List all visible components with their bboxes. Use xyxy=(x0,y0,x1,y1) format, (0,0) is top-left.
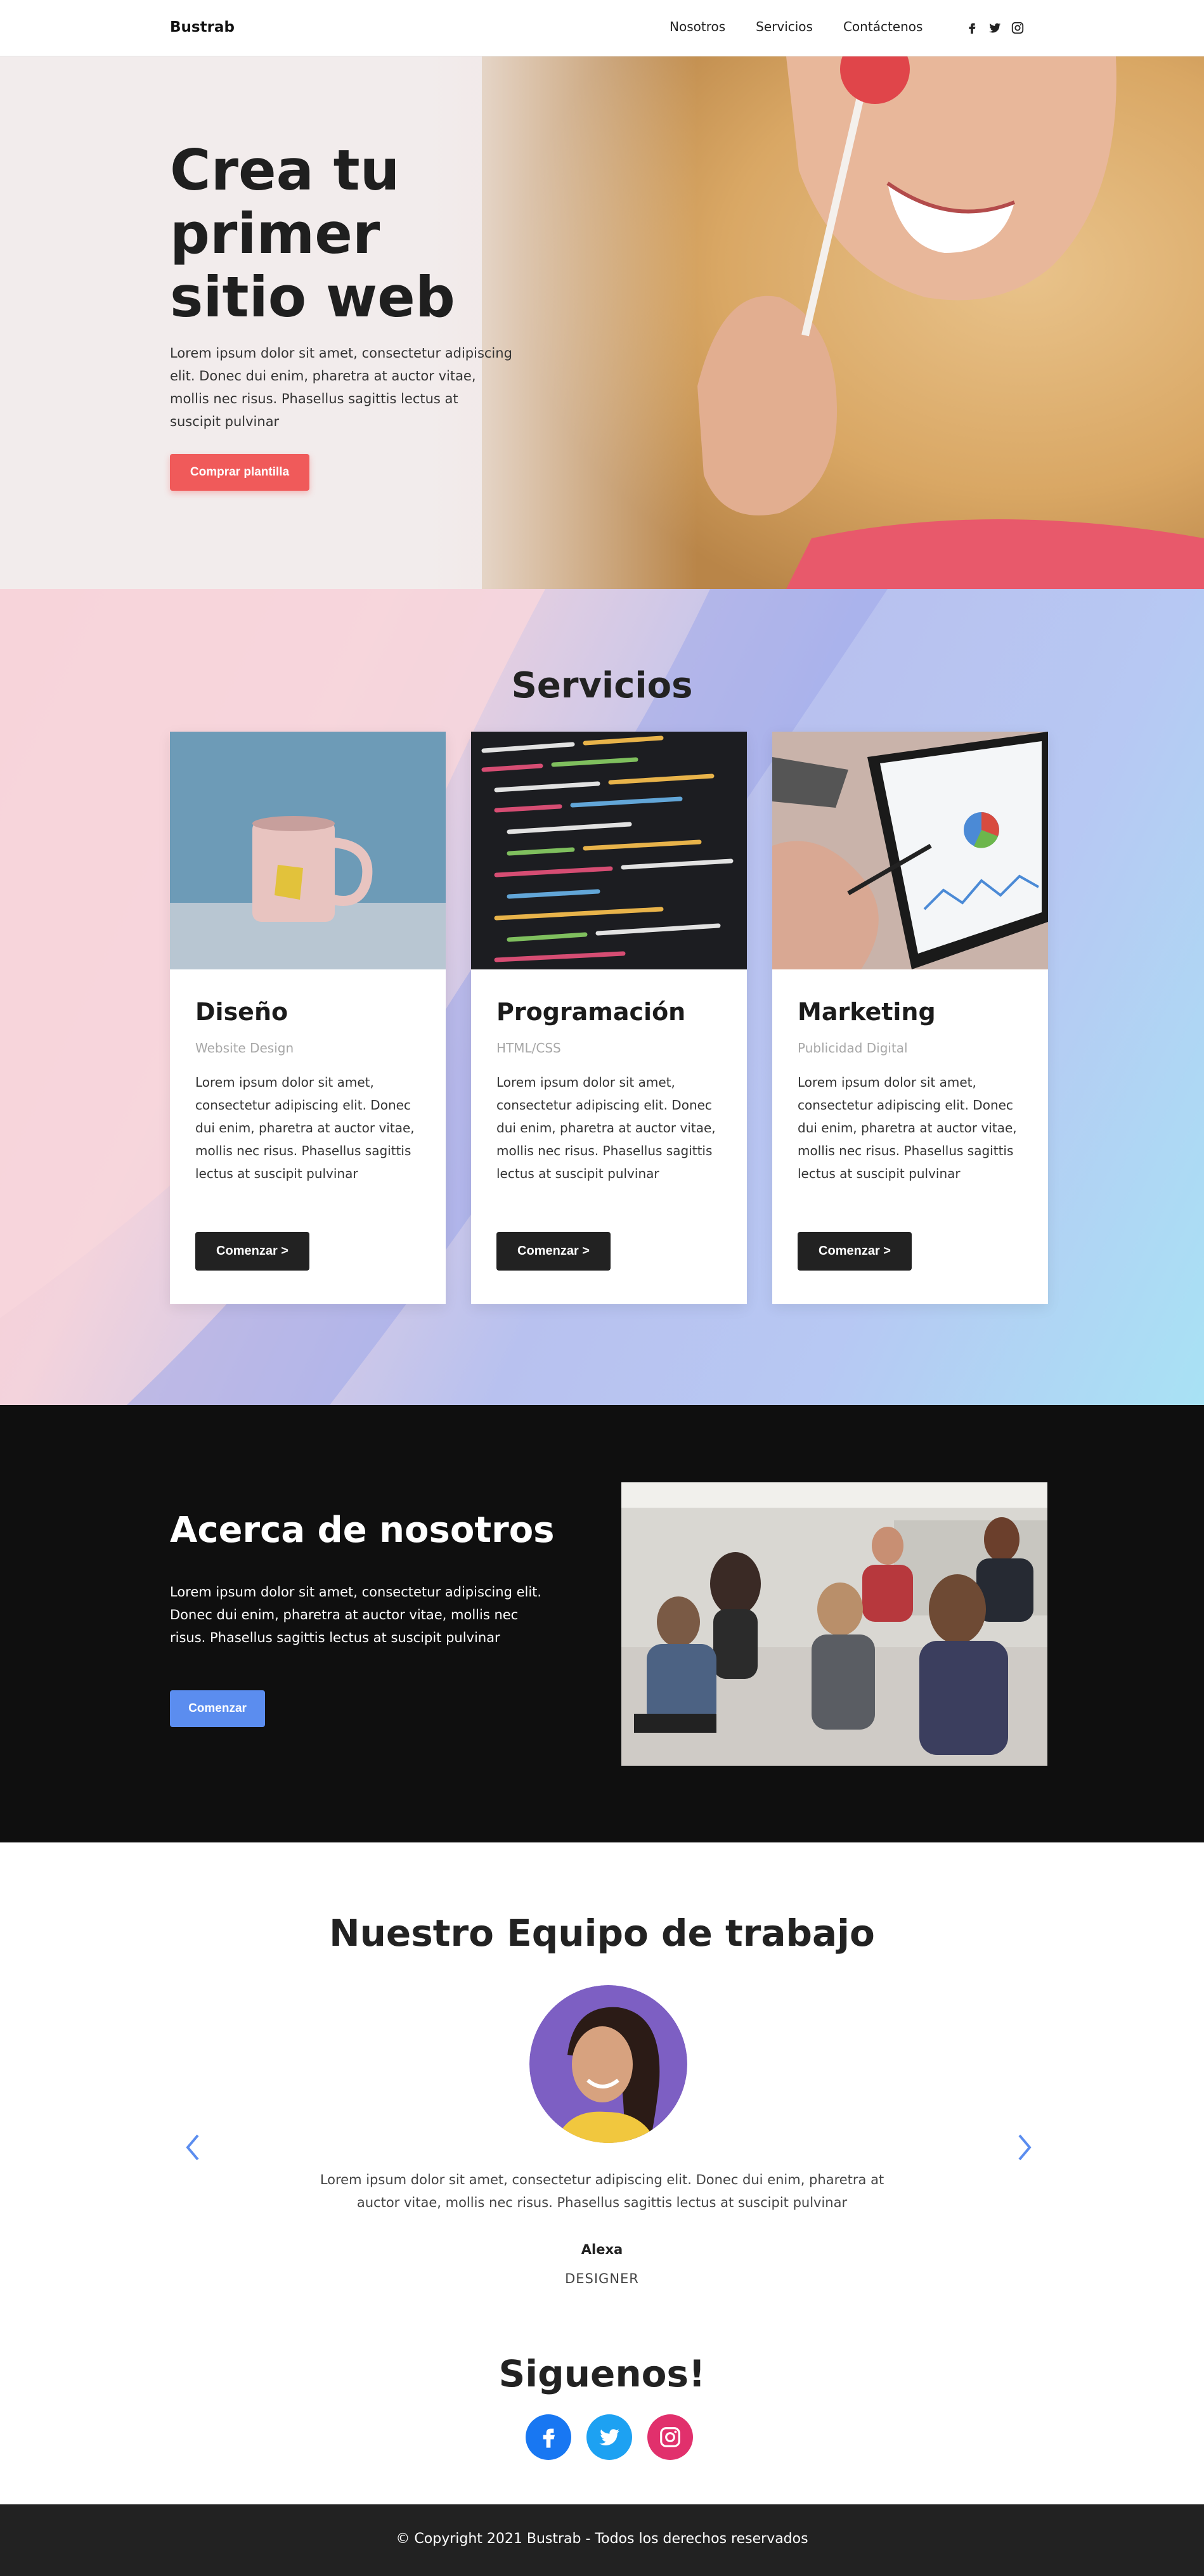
about-start-button[interactable]: Comenzar xyxy=(170,1690,265,1727)
nav-link-nosotros[interactable]: Nosotros xyxy=(670,19,725,34)
hero-title: Crea tu primer sitio web xyxy=(170,138,455,330)
carousel-prev-arrow[interactable] xyxy=(184,2132,203,2163)
start-design-button[interactable]: Comenzar > xyxy=(195,1232,309,1271)
start-marketing-button[interactable]: Comenzar > xyxy=(798,1232,912,1271)
facebook-icon[interactable] xyxy=(965,21,979,37)
services-section: Servicios Diseño Website Design Lorem ip… xyxy=(0,589,1204,1405)
instagram-icon[interactable] xyxy=(1011,21,1025,37)
avatar xyxy=(529,1985,687,2143)
card-title: Programación xyxy=(496,998,686,1026)
hero-section: Crea tu primer sitio web Lorem ipsum dol… xyxy=(0,56,1204,589)
facebook-icon[interactable] xyxy=(526,2414,571,2460)
design-image xyxy=(170,732,446,969)
about-section: Acerca de nosotros Lorem ipsum dolor sit… xyxy=(0,1405,1204,1842)
team-member-role: DESIGNER xyxy=(565,2271,639,2286)
card-text: Lorem ipsum dolor sit amet, consectetur … xyxy=(195,1075,415,1181)
card-subtitle: Publicidad Digital xyxy=(798,1040,908,1056)
follow-social-icons xyxy=(526,2414,693,2460)
twitter-icon[interactable] xyxy=(586,2414,632,2460)
hero-text: Lorem ipsum dolor sit amet, consectetur … xyxy=(170,346,512,429)
service-card-design: Diseño Website Design Lorem ipsum dolor … xyxy=(170,732,446,1304)
start-programming-button[interactable]: Comenzar > xyxy=(496,1232,611,1271)
service-card-programming: Programación HTML/CSS Lorem ipsum dolor … xyxy=(471,732,747,1304)
about-text: Lorem ipsum dolor sit amet, consectetur … xyxy=(170,1584,542,1645)
programming-image xyxy=(471,732,747,969)
copyright-text: © Copyright 2021 Bustrab - Todos los der… xyxy=(396,2531,808,2547)
nav-link-contactenos[interactable]: Contáctenos xyxy=(843,19,922,34)
card-text: Lorem ipsum dolor sit amet, consectetur … xyxy=(496,1075,716,1181)
nav-link-servicios[interactable]: Servicios xyxy=(756,19,813,34)
card-subtitle: Website Design xyxy=(195,1040,294,1056)
card-title: Diseño xyxy=(195,998,288,1026)
nav-links: Nosotros Servicios Contáctenos xyxy=(670,19,922,34)
buy-template-button[interactable]: Comprar plantilla xyxy=(170,454,309,491)
team-title: Nuestro Equipo de trabajo xyxy=(329,1912,875,1955)
follow-title: Siguenos! xyxy=(498,2352,706,2395)
services-title: Servicios xyxy=(511,665,693,706)
brand-logo[interactable]: Bustrab xyxy=(170,19,235,36)
instagram-icon[interactable] xyxy=(647,2414,693,2460)
carousel-next-arrow[interactable] xyxy=(1014,2132,1033,2163)
footer: © Copyright 2021 Bustrab - Todos los der… xyxy=(0,2504,1204,2576)
card-text: Lorem ipsum dolor sit amet, consectetur … xyxy=(798,1075,1017,1181)
team-meeting-photo xyxy=(621,1482,1047,1766)
top-navbar: Bustrab Nosotros Servicios Contáctenos xyxy=(0,0,1204,56)
team-member-name: Alexa xyxy=(581,2242,623,2257)
testimonial-text: Lorem ipsum dolor sit amet, consectetur … xyxy=(320,2172,884,2210)
marketing-image xyxy=(772,732,1048,969)
twitter-icon[interactable] xyxy=(988,21,1002,37)
about-title: Acerca de nosotros xyxy=(170,1510,555,1551)
card-title: Marketing xyxy=(798,998,936,1026)
card-subtitle: HTML/CSS xyxy=(496,1040,561,1056)
nav-social xyxy=(965,21,1025,37)
service-card-marketing: Marketing Publicidad Digital Lorem ipsum… xyxy=(772,732,1048,1304)
